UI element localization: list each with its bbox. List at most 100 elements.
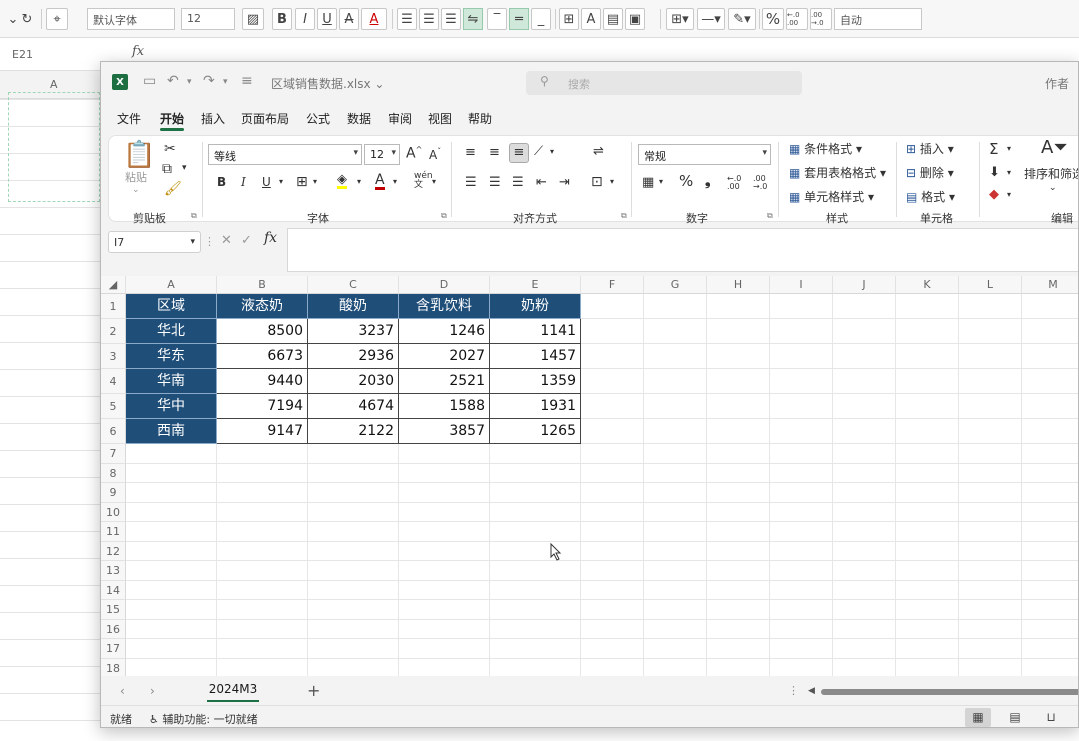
cancel-icon[interactable]: ✕: [221, 233, 232, 248]
column-header[interactable]: J: [833, 276, 896, 294]
bg-font-color-button[interactable]: A: [361, 8, 387, 30]
grid-cell[interactable]: [581, 522, 644, 542]
row-header[interactable]: 2: [101, 319, 126, 344]
phonetic-dropdown-icon[interactable]: ▾: [432, 178, 436, 186]
font-name-field[interactable]: 等线 ▾: [208, 144, 362, 165]
grid-cell[interactable]: [490, 444, 581, 464]
grid-cell[interactable]: [126, 541, 217, 561]
bg-bold-button[interactable]: B: [272, 8, 292, 30]
column-header[interactable]: K: [896, 276, 959, 294]
grid-cell[interactable]: [896, 658, 959, 676]
grid-cell[interactable]: [707, 541, 770, 561]
search-box[interactable]: ⚲ 搜索: [526, 71, 802, 95]
grid-cell[interactable]: [581, 600, 644, 620]
grid-cell[interactable]: [581, 444, 644, 464]
font-size-field[interactable]: 12 ▾: [364, 144, 400, 165]
bg-column-a-header[interactable]: A: [50, 78, 58, 91]
align-left-icon[interactable]: ☰: [465, 176, 477, 189]
grid-cell[interactable]: [581, 619, 644, 639]
grid-cell[interactable]: [896, 522, 959, 542]
grid-cell[interactable]: [399, 444, 490, 464]
grid-cell[interactable]: [126, 639, 217, 659]
grid-cell[interactable]: [126, 580, 217, 600]
grid-cell[interactable]: [707, 294, 770, 319]
grid-cell[interactable]: [770, 580, 833, 600]
row-header[interactable]: 1: [101, 294, 126, 319]
value-cell[interactable]: 2030: [308, 369, 399, 394]
value-cell[interactable]: 1457: [490, 344, 581, 369]
column-header[interactable]: L: [959, 276, 1022, 294]
grid-cell[interactable]: [581, 344, 644, 369]
bg-align-top-icon[interactable]: ‾: [487, 8, 507, 30]
tab-review[interactable]: 审阅: [388, 110, 412, 127]
grid-cell[interactable]: [959, 522, 1022, 542]
grid-cell[interactable]: [770, 639, 833, 659]
grid-cell[interactable]: [126, 502, 217, 522]
grid-cell[interactable]: [770, 394, 833, 419]
column-header[interactable]: I: [770, 276, 833, 294]
insert-cells-button[interactable]: ⊞ 插入 ▾: [906, 143, 954, 155]
grid-cell[interactable]: [1022, 369, 1078, 394]
grid-cell[interactable]: [217, 658, 308, 676]
grid-cell[interactable]: [833, 580, 896, 600]
value-cell[interactable]: 9147: [217, 419, 308, 444]
grid-cell[interactable]: [399, 600, 490, 620]
grid-cell[interactable]: [490, 522, 581, 542]
value-cell[interactable]: 1246: [399, 319, 490, 344]
grid-cell[interactable]: [833, 600, 896, 620]
grid-cell[interactable]: [308, 502, 399, 522]
column-header[interactable]: D: [399, 276, 490, 294]
grid-cell[interactable]: [707, 580, 770, 600]
row-header[interactable]: 12: [101, 541, 126, 561]
grid-cell[interactable]: [707, 319, 770, 344]
bg-textbox-icon[interactable]: A: [581, 8, 601, 30]
grid-cell[interactable]: [833, 419, 896, 444]
redo-dropdown-icon[interactable]: ▾: [223, 77, 228, 87]
grid-cell[interactable]: [644, 344, 707, 369]
tab-file[interactable]: 文件: [117, 110, 141, 127]
grid-cell[interactable]: [308, 561, 399, 581]
grid-cell[interactable]: [833, 502, 896, 522]
scroll-left-icon[interactable]: ◀: [808, 686, 815, 696]
shrink-font-button[interactable]: Aˇ: [429, 148, 441, 162]
orientation-dropdown-icon[interactable]: ▾: [550, 148, 554, 156]
save-icon[interactable]: ▭: [143, 73, 156, 89]
bg-align-center-icon[interactable]: ☰: [419, 8, 439, 30]
grid-cell[interactable]: [126, 463, 217, 483]
grid-cell[interactable]: [707, 658, 770, 676]
grid-cell[interactable]: [644, 483, 707, 503]
value-cell[interactable]: 2027: [399, 344, 490, 369]
sort-dropdown-icon[interactable]: ⌄: [1049, 184, 1057, 193]
grid-cell[interactable]: [1022, 639, 1078, 659]
row-header[interactable]: 3: [101, 344, 126, 369]
grid-cell[interactable]: [308, 619, 399, 639]
bg-align-right-icon[interactable]: ☰: [441, 8, 461, 30]
bg-italic-button[interactable]: I: [295, 8, 315, 30]
grid-cell[interactable]: [959, 541, 1022, 561]
tab-data[interactable]: 数据: [347, 110, 371, 127]
grid-cell[interactable]: [833, 619, 896, 639]
grid-cell[interactable]: [399, 522, 490, 542]
tab-help[interactable]: 帮助: [468, 110, 492, 127]
grid-cell[interactable]: [896, 541, 959, 561]
grid-cell[interactable]: [896, 319, 959, 344]
grid-cell[interactable]: [959, 369, 1022, 394]
grid-cell[interactable]: [833, 319, 896, 344]
grid-cell[interactable]: [308, 522, 399, 542]
redo-icon[interactable]: ↷: [203, 73, 215, 89]
grid-cell[interactable]: [959, 444, 1022, 464]
table-header-cell[interactable]: 液态奶: [217, 294, 308, 319]
formula-input[interactable]: [287, 228, 1078, 272]
increase-decimal-button[interactable]: ←.0 .00: [727, 175, 747, 191]
grid-cell[interactable]: [217, 463, 308, 483]
grid-cell[interactable]: [581, 294, 644, 319]
undo-dropdown-icon[interactable]: ▾: [187, 77, 192, 87]
row-header[interactable]: 14: [101, 580, 126, 600]
grid-cell[interactable]: [644, 463, 707, 483]
grid-cell[interactable]: [308, 463, 399, 483]
delete-cells-button[interactable]: ⊟ 删除 ▾: [906, 167, 954, 179]
grid-cell[interactable]: [833, 369, 896, 394]
bg-align-left-icon[interactable]: ☰: [397, 8, 417, 30]
grid-cell[interactable]: [770, 600, 833, 620]
grid-cell[interactable]: [770, 419, 833, 444]
